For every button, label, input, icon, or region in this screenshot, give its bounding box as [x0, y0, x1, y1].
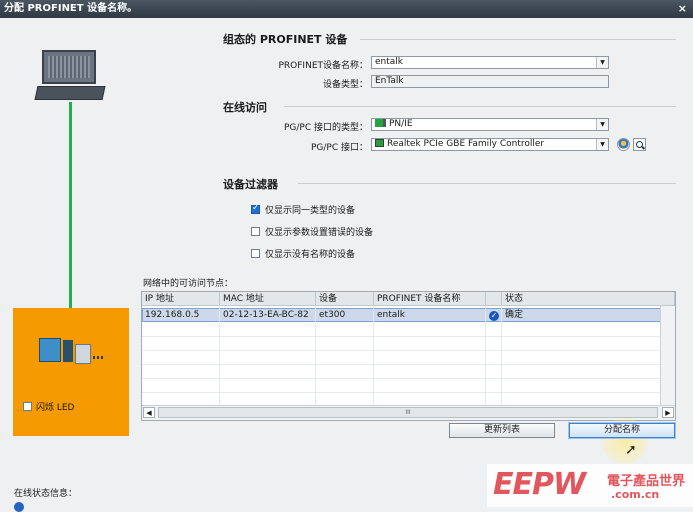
flash-led-label: 闪烁 LED	[36, 403, 75, 413]
column-header-ip[interactable]: IP 地址	[142, 292, 220, 306]
window-title-bar: 分配 PROFINET 设备名称。 ×	[0, 0, 693, 18]
column-header-device[interactable]: 设备	[316, 292, 374, 306]
filter-option-same-type[interactable]: 仅显示同一类型的设备	[251, 203, 355, 216]
online-access-heading: 在线访问	[223, 101, 267, 114]
device-name-field[interactable]: entalk ▼	[371, 56, 609, 69]
chevron-down-icon[interactable]: ▼	[596, 119, 608, 130]
scroll-right-icon[interactable]: ▶	[662, 407, 674, 418]
flash-led-checkbox[interactable]	[23, 402, 32, 411]
watermark-logo: EEPW	[493, 467, 586, 502]
watermark: EEPW 電子產品世界 .com.cn	[487, 464, 693, 507]
network-card-icon	[375, 139, 384, 147]
chevron-down-icon[interactable]: ▼	[596, 139, 608, 150]
close-icon[interactable]: ×	[678, 0, 687, 18]
vertical-scrollbar[interactable]	[660, 306, 675, 406]
search-icon[interactable]	[633, 138, 646, 151]
filter-checkbox[interactable]	[251, 249, 260, 258]
interface-type-label: PG/PC 接口的类型：	[283, 123, 368, 133]
chevron-down-icon[interactable]: ▼	[596, 57, 608, 68]
pg-pc-icon	[34, 50, 106, 102]
device-name-label: PROFINET设备名称：	[278, 61, 368, 71]
nodes-caption: 网络中的可访问节点：	[143, 279, 234, 289]
device-type-label: 设备类型：	[322, 80, 368, 90]
refresh-list-button[interactable]: 更新列表	[449, 423, 555, 438]
horizontal-scrollbar[interactable]: ◀ III ▶	[142, 405, 675, 420]
cursor-icon: ➚	[625, 442, 637, 458]
filter-option-no-name[interactable]: 仅显示没有名称的设备	[251, 247, 355, 260]
interface-type-select[interactable]: PN/IE ▼	[371, 118, 609, 131]
assign-name-button[interactable]: 分配名称	[569, 423, 675, 438]
check-icon: ✓	[489, 311, 499, 321]
cell-name: entalk	[374, 308, 486, 322]
watermark-text: 電子產品世界	[607, 474, 686, 489]
nodes-table: IP 地址 MAC 地址 设备 PROFINET 设备名称 状态 192.168…	[141, 291, 676, 421]
filter-checkbox[interactable]	[251, 203, 260, 214]
device-panel: 闪烁 LED	[13, 308, 129, 436]
watermark-url: .com.cn	[611, 488, 660, 501]
column-header-status[interactable]: 状态	[502, 292, 675, 306]
column-header-name[interactable]: PROFINET 设备名称	[374, 292, 486, 306]
filter-option-bad-params[interactable]: 仅显示参数设置错误的设备	[251, 225, 373, 238]
interface-select[interactable]: Realtek PCIe GBE Family Controller ▼	[371, 138, 609, 151]
cell-status: 确定	[505, 310, 524, 320]
cell-ip: 192.168.0.5	[142, 308, 220, 322]
online-status-label: 在线状态信息：	[14, 489, 78, 499]
configured-device-heading: 组态的 PROFINET 设备	[223, 33, 348, 46]
network-icon	[375, 119, 386, 127]
window-title: 分配 PROFINET 设备名称。	[4, 3, 138, 14]
filter-checkbox[interactable]	[251, 227, 260, 236]
device-module-icon	[39, 338, 61, 362]
dialog-panel: 闪烁 LED 组态的 PROFINET 设备 PROFINET设备名称： ent…	[0, 18, 693, 512]
cell-mac: 02-12-13-EA-BC-82	[220, 308, 316, 322]
device-filter-heading: 设备过滤器	[223, 178, 278, 191]
interface-label: PG/PC 接口：	[310, 143, 368, 153]
cell-device: et300	[316, 308, 374, 322]
device-type-field: EnTalk	[371, 75, 609, 88]
scroll-thumb[interactable]: III	[158, 407, 658, 418]
flash-led-option[interactable]: 闪烁 LED	[23, 400, 75, 413]
column-header-mac[interactable]: MAC 地址	[220, 292, 316, 306]
scroll-left-icon[interactable]: ◀	[143, 407, 155, 418]
properties-icon[interactable]	[617, 138, 630, 151]
network-line	[69, 102, 72, 312]
info-icon	[14, 502, 24, 512]
